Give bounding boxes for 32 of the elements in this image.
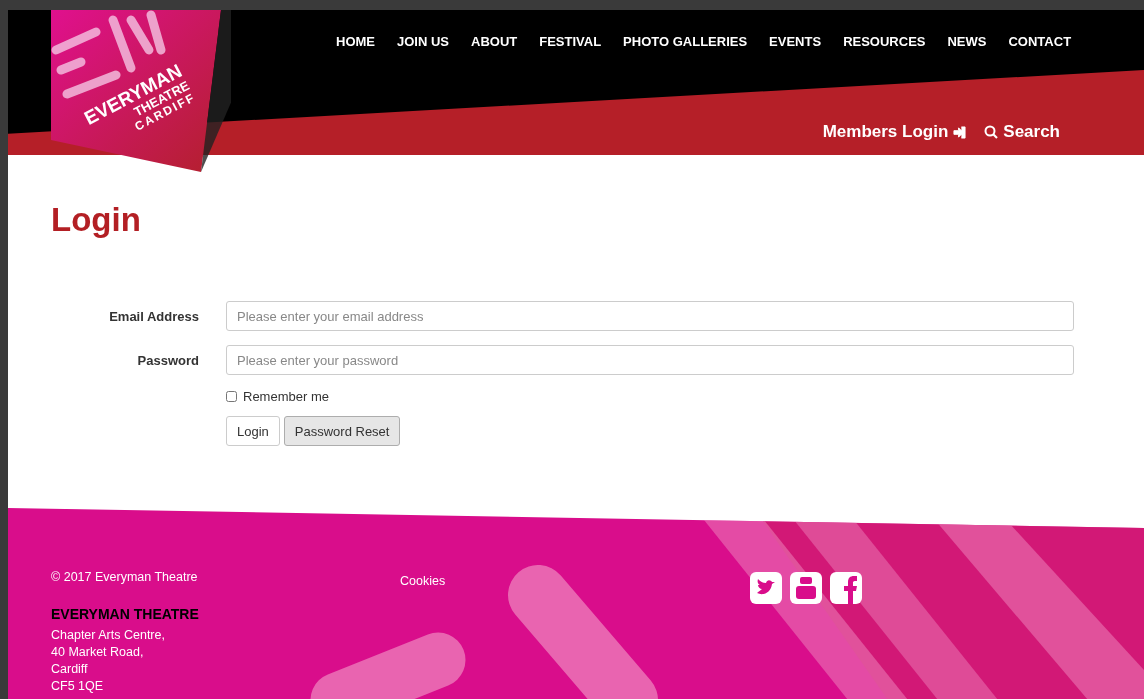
input-field[interactable]: Please enter your email address: [226, 301, 1074, 331]
field-label: Email Address: [108, 308, 199, 324]
cookies-link[interactable]: Cookies: [400, 574, 446, 588]
sign-in-icon: [953, 125, 967, 139]
page-title: Login: [51, 201, 142, 239]
organisation-name: EVERYMAN THEATRE: [51, 606, 199, 622]
search-link[interactable]: Search: [984, 122, 1060, 142]
nav-link[interactable]: CONTACT: [1008, 34, 1072, 49]
nav-link[interactable]: EVENTS: [769, 34, 822, 49]
nav-link[interactable]: FESTIVAL: [539, 34, 602, 49]
address-line: 40 Market Road,: [51, 644, 145, 661]
address-line: Chapter Arts Centre,: [51, 627, 166, 644]
reset-button[interactable]: Password Reset: [283, 416, 401, 446]
copyright-text: © 2017 Everyman Theatre: [51, 570, 199, 584]
nav-link[interactable]: NEWS: [947, 34, 987, 49]
remember-checkbox[interactable]: Remember me: [226, 389, 1074, 404]
nav-link[interactable]: ABOUT: [471, 34, 518, 49]
nav-link[interactable]: HOME: [336, 34, 375, 49]
nav-link[interactable]: JOIN US: [397, 34, 449, 49]
video-icon[interactable]: [790, 572, 822, 604]
login-button[interactable]: Login: [226, 416, 280, 446]
search-icon: [984, 125, 999, 139]
bird-icon[interactable]: [750, 572, 782, 604]
nav-link[interactable]: RESOURCES: [843, 34, 926, 49]
address-line: CF5 1QE: [51, 678, 105, 695]
members-login-link[interactable]: Members Login: [822, 122, 967, 142]
nav-link[interactable]: PHOTO GALLERIES: [623, 34, 748, 49]
checkbox[interactable]: [226, 391, 237, 402]
address-line: Cardiff: [51, 661, 89, 678]
field-label: Password: [136, 352, 199, 368]
input-field[interactable]: Please enter your password: [226, 345, 1074, 375]
facebook-icon[interactable]: [830, 572, 862, 604]
